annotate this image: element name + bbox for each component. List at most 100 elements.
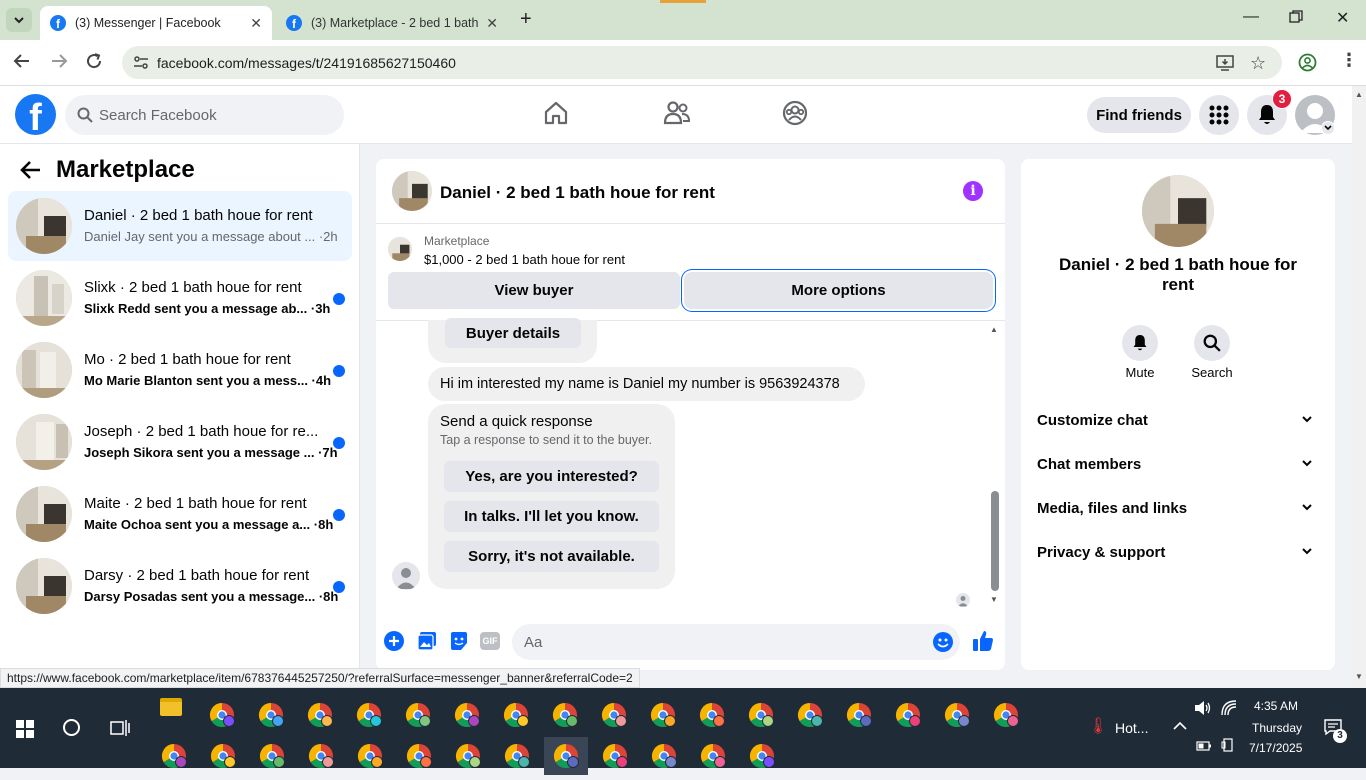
conversation-item[interactable]: Daniel · 2 bed 1 bath houe for rent Dani… xyxy=(8,191,352,261)
chrome-taskbar-icon[interactable] xyxy=(593,737,637,775)
chrome-taskbar-icon[interactable] xyxy=(397,737,441,775)
sticker-icon[interactable] xyxy=(449,631,469,651)
chrome-taskbar-icon[interactable] xyxy=(935,696,979,734)
chrome-taskbar-icon[interactable] xyxy=(201,737,245,775)
friends-icon[interactable] xyxy=(663,100,691,126)
media-files-links-row[interactable]: Media, files and links xyxy=(1037,489,1319,529)
display-icon[interactable] xyxy=(1221,738,1235,752)
chrome-taskbar-icon[interactable] xyxy=(348,737,392,775)
chrome-taskbar-icon[interactable] xyxy=(495,737,539,775)
search-input[interactable] xyxy=(99,95,329,135)
details-thumbnail[interactable] xyxy=(1142,175,1214,247)
address-bar[interactable]: facebook.com/messages/t/2419168562715046… xyxy=(122,46,1282,79)
message-input[interactable] xyxy=(524,624,924,660)
photo-icon[interactable] xyxy=(417,631,437,651)
site-info-icon[interactable] xyxy=(133,55,149,76)
tab-search-button[interactable] xyxy=(6,8,32,32)
menu-button[interactable] xyxy=(1199,95,1239,135)
battery-icon[interactable] xyxy=(1196,741,1212,751)
chrome-taskbar-icon[interactable] xyxy=(984,696,1028,734)
cortana-search-icon[interactable] xyxy=(63,719,80,736)
file-explorer-icon[interactable] xyxy=(160,698,182,716)
back-icon[interactable] xyxy=(13,52,31,75)
view-buyer-button[interactable]: View buyer xyxy=(388,272,680,309)
minimize-icon[interactable]: — xyxy=(1243,8,1259,26)
find-friends-button[interactable]: Find friends xyxy=(1087,97,1191,133)
chrome-taskbar-icon[interactable] xyxy=(886,696,930,734)
chrome-taskbar-icon[interactable] xyxy=(690,696,734,734)
conversation-item[interactable]: Mo · 2 bed 1 bath houe for rent Mo Marie… xyxy=(8,335,352,405)
page-scroll-down-arrow[interactable]: ▼ xyxy=(1355,672,1363,681)
chrome-taskbar-icon[interactable] xyxy=(641,696,685,734)
chrome-taskbar-icon[interactable] xyxy=(592,696,636,734)
close-window-icon[interactable]: ✕ xyxy=(1336,8,1349,28)
chrome-taskbar-icon[interactable] xyxy=(152,737,196,775)
conversation-item[interactable]: Maite · 2 bed 1 bath houe for rent Maite… xyxy=(8,479,352,549)
restore-icon[interactable] xyxy=(1289,10,1303,29)
conversation-item[interactable]: Joseph · 2 bed 1 bath houe for re... Jos… xyxy=(8,407,352,477)
conversation-item[interactable]: Slixk · 2 bed 1 bath houe for rent Slixk… xyxy=(8,263,352,333)
weather-icon[interactable]: 🌡 xyxy=(1088,716,1108,736)
privacy-support-row[interactable]: Privacy & support xyxy=(1037,533,1319,573)
groups-icon[interactable] xyxy=(782,100,808,126)
page-scrollbar[interactable]: ▲ xyxy=(1352,86,1366,688)
clock-date[interactable]: 7/17/2025 xyxy=(1249,741,1302,755)
tab-marketplace[interactable]: f (3) Marketplace - 2 bed 1 bath ✕ xyxy=(276,6,508,40)
close-tab-icon[interactable]: ✕ xyxy=(250,15,262,32)
quick-response-button[interactable]: In talks. I'll let you know. xyxy=(444,501,659,532)
bookmark-star-icon[interactable]: ☆ xyxy=(1250,53,1266,74)
chrome-taskbar-icon[interactable] xyxy=(298,696,342,734)
emoji-icon[interactable] xyxy=(933,632,953,652)
quick-response-button[interactable]: Sorry, it's not available. xyxy=(444,541,659,572)
chrome-taskbar-icon[interactable] xyxy=(642,737,686,775)
profile-icon[interactable] xyxy=(1298,53,1317,77)
volume-icon[interactable] xyxy=(1194,700,1212,716)
facebook-logo-icon[interactable]: f xyxy=(15,94,56,135)
wifi-icon[interactable] xyxy=(1221,700,1237,716)
conversation-item[interactable]: Darsy · 2 bed 1 bath houe for rent Darsy… xyxy=(8,551,352,621)
weather-text[interactable]: Hot... xyxy=(1115,720,1148,736)
chrome-taskbar-icon[interactable] xyxy=(200,696,244,734)
clock-time[interactable]: 4:35 AM xyxy=(1254,699,1298,713)
back-arrow-icon[interactable] xyxy=(20,160,42,180)
chrome-taskbar-icon[interactable] xyxy=(788,696,832,734)
more-options-button[interactable]: More options xyxy=(684,272,993,309)
chrome-taskbar-icon[interactable] xyxy=(396,696,440,734)
marketplace-banner[interactable]: Marketplace $1,000 - 2 bed 1 bath houe f… xyxy=(376,225,1005,321)
chat-title[interactable]: Daniel · 2 bed 1 bath houe for rent xyxy=(440,183,715,203)
close-tab-icon[interactable]: ✕ xyxy=(486,15,498,32)
home-icon[interactable] xyxy=(543,100,569,126)
chrome-taskbar-icon[interactable] xyxy=(250,737,294,775)
info-icon[interactable]: i xyxy=(963,181,983,201)
install-app-icon[interactable] xyxy=(1216,54,1234,77)
account-chevron-icon[interactable] xyxy=(1321,121,1335,135)
gif-icon[interactable]: GIF xyxy=(480,632,500,650)
chrome-taskbar-icon[interactable] xyxy=(543,696,587,734)
search-action[interactable]: Search xyxy=(1182,325,1242,380)
windows-start-icon[interactable] xyxy=(16,720,34,738)
chrome-taskbar-icon[interactable] xyxy=(544,737,588,775)
chrome-taskbar-icon[interactable] xyxy=(739,696,783,734)
chrome-taskbar-icon[interactable] xyxy=(740,737,784,775)
reload-icon[interactable] xyxy=(85,52,103,75)
quick-response-button[interactable]: Yes, are you interested? xyxy=(444,461,659,492)
chrome-taskbar-icon[interactable] xyxy=(446,737,490,775)
clock-day[interactable]: Thursday xyxy=(1252,721,1302,735)
chrome-taskbar-icon[interactable] xyxy=(691,737,735,775)
chrome-taskbar-icon[interactable] xyxy=(299,737,343,775)
chat-scrollbar[interactable]: ▲ ▼ xyxy=(989,323,1001,607)
chrome-taskbar-icon[interactable] xyxy=(837,696,881,734)
chrome-taskbar-icon[interactable] xyxy=(249,696,293,734)
thumbs-up-icon[interactable] xyxy=(972,630,994,652)
chrome-taskbar-icon[interactable] xyxy=(347,696,391,734)
search-box[interactable] xyxy=(65,95,344,135)
chrome-taskbar-icon[interactable] xyxy=(494,696,538,734)
buyer-details-button[interactable]: Buyer details xyxy=(445,318,581,348)
forward-icon[interactable] xyxy=(50,52,68,75)
chrome-taskbar-icon[interactable] xyxy=(445,696,489,734)
plus-icon[interactable] xyxy=(384,631,404,651)
tab-messenger[interactable]: f (3) Messenger | Facebook ✕ xyxy=(40,6,272,40)
customize-chat-row[interactable]: Customize chat xyxy=(1037,401,1319,441)
chat-members-row[interactable]: Chat members xyxy=(1037,445,1319,485)
task-view-icon[interactable] xyxy=(110,719,130,737)
